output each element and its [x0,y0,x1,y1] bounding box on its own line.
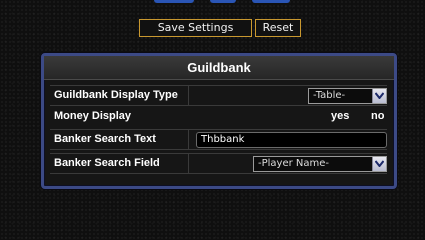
settings-toolbar: Save Settings Reset [139,19,301,37]
banker-search-field-label: Banker Search Field [54,157,160,169]
top-decoration-mark [252,0,290,3]
reset-button[interactable]: Reset [255,19,301,37]
money-display-row: Money Display yes no [50,108,387,125]
display-type-select[interactable]: -Table- [308,88,387,104]
top-decoration-mark [210,0,236,3]
banker-search-field-row: Banker Search Field -Player Name- [50,153,387,174]
chevron-down-icon[interactable] [372,157,386,171]
banker-search-text-row: Banker Search Text Thbbank [50,129,387,150]
money-display-no-option[interactable]: no [371,108,384,125]
display-type-value: -Table- [313,90,346,101]
row-divider [188,86,189,105]
display-type-row: Guildbank Display Type -Table- [50,85,387,106]
banker-search-text-input[interactable]: Thbbank [196,132,387,148]
guildbank-panel: Guildbank Guildbank Display Type -Table-… [41,53,397,189]
panel-title: Guildbank [44,56,394,80]
display-type-label: Guildbank Display Type [54,89,178,101]
row-divider [188,130,189,149]
row-divider [188,154,189,173]
chevron-down-icon[interactable] [372,89,386,103]
banker-search-field-value: -Player Name- [258,158,330,169]
money-display-yes-option[interactable]: yes [331,108,349,125]
save-settings-button[interactable]: Save Settings [139,19,252,37]
banker-search-field-select[interactable]: -Player Name- [253,156,387,172]
banker-search-text-label: Banker Search Text [54,133,156,145]
money-display-label: Money Display [54,110,132,122]
top-decoration-mark [154,0,194,3]
top-decoration [0,0,425,4]
